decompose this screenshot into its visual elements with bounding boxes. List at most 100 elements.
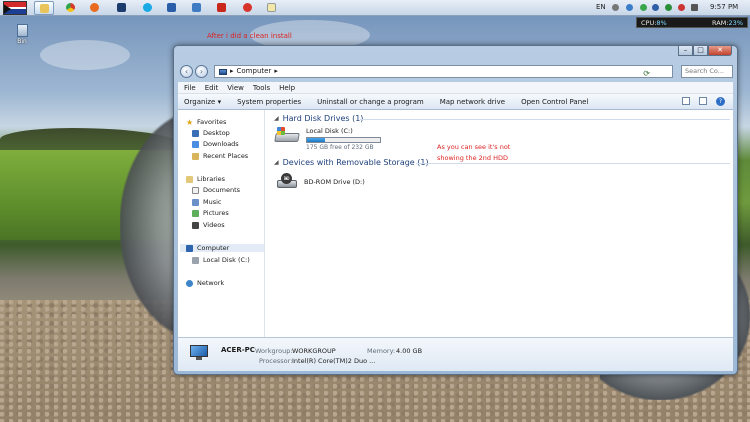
recent-places-icon: [192, 152, 199, 160]
menu-view[interactable]: View: [227, 82, 244, 93]
address-bar[interactable]: ▸ Computer ▸ ⟳: [214, 65, 673, 78]
close-button[interactable]: ✕: [708, 46, 732, 56]
taskbar-photoshop-button[interactable]: [112, 1, 132, 15]
desktop-recycle-bin[interactable]: Bin: [11, 24, 33, 45]
change-view-icon[interactable]: [682, 97, 690, 105]
nav-downloads[interactable]: Downloads: [192, 140, 239, 148]
hard-disk-icon: [274, 127, 301, 143]
taskbar-firefox-button[interactable]: [85, 1, 105, 15]
search-input[interactable]: Search Co...: [681, 65, 733, 78]
tray-green-icon[interactable]: [640, 4, 647, 11]
menu-file[interactable]: File: [184, 82, 196, 93]
documents-icon: [192, 186, 199, 194]
system-properties-button[interactable]: System properties: [237, 98, 301, 106]
cpu-label: CPU:: [641, 19, 657, 27]
group-divider: [360, 114, 730, 124]
processor-value: Intel(R) Core(TM)2 Duo ...: [292, 357, 376, 365]
nav-computer[interactable]: Computer: [180, 244, 264, 252]
memory-label: Memory:: [367, 347, 396, 355]
annotation-missing-hdd: As you can see it's not showing the 2nd …: [437, 142, 510, 164]
tray-flag-icon[interactable]: [678, 4, 685, 11]
tray-app-icon[interactable]: [626, 4, 633, 11]
processor-label: Processor:: [259, 357, 293, 365]
desktop-icon: [192, 129, 199, 137]
pdf-icon: [217, 3, 226, 12]
tray-shield-icon[interactable]: [652, 4, 659, 11]
pictures-icon: [192, 209, 199, 217]
annotation-line-1: As you can see it's not: [437, 143, 511, 151]
music-icon: [192, 198, 199, 206]
folder-icon: [40, 4, 49, 13]
taskbar-pdf-button[interactable]: [212, 1, 232, 15]
nav-pictures[interactable]: Pictures: [192, 209, 229, 217]
taskbar-word-button[interactable]: [162, 1, 182, 15]
collapse-triangle-icon: ◢: [274, 115, 279, 122]
drive-local-disk-c[interactable]: Local Disk (C:) 175 GB free of 232 GB: [274, 127, 381, 151]
nav-videos[interactable]: Videos: [192, 221, 225, 229]
bd-disc-label: BD: [281, 173, 292, 184]
star-icon: ★: [186, 117, 194, 127]
start-flag-button[interactable]: [3, 1, 27, 15]
taskbar-notepad-button[interactable]: [262, 1, 282, 15]
computer-icon: [190, 345, 210, 361]
caption-buttons: – □ ✕: [678, 46, 732, 56]
nav-network[interactable]: Network: [186, 279, 224, 287]
taskbar-explorer-button[interactable]: [34, 1, 54, 15]
nav-desktop[interactable]: Desktop: [192, 129, 230, 137]
network-icon: [186, 279, 193, 287]
details-pane: ACER-PC Workgroup: WORKGROUP Memory: 4.0…: [178, 337, 733, 371]
taskbar: EN 9:57 PM: [0, 0, 750, 16]
tray-network-icon[interactable]: [665, 4, 672, 11]
uninstall-program-button[interactable]: Uninstall or change a program: [317, 98, 424, 106]
nav-music[interactable]: Music: [192, 198, 222, 206]
view-controls: ?: [682, 97, 725, 106]
language-indicator[interactable]: EN: [596, 3, 606, 11]
desktop-icon-label: Bin: [17, 38, 27, 45]
drive-bd-rom-d[interactable]: BD BD-ROM Drive (D:): [277, 173, 365, 191]
address-separator-icon: ▸: [230, 67, 234, 75]
tray-arrow-icon[interactable]: [612, 4, 619, 11]
clock[interactable]: 9:57 PM: [710, 3, 738, 11]
minimize-button[interactable]: –: [678, 46, 693, 56]
downloads-icon: [192, 140, 199, 148]
nav-libraries[interactable]: Libraries: [186, 175, 225, 183]
workgroup-value: WORKGROUP: [292, 347, 336, 355]
drive-c-name: Local Disk (C:): [306, 127, 353, 135]
menu-edit[interactable]: Edit: [205, 82, 219, 93]
annotation-clean-install: After i did a clean install: [207, 32, 292, 40]
tray-volume-icon[interactable]: [691, 4, 698, 11]
address-separator-icon: ▸: [274, 67, 278, 75]
command-bar: Organize ▾ System properties Uninstall o…: [178, 94, 733, 110]
group-removable-storage[interactable]: ◢ Devices with Removable Storage (1): [274, 158, 429, 167]
taskbar-virtualbox-button[interactable]: [187, 1, 207, 15]
system-monitor-gadget: CPU:8% RAM:23%: [636, 17, 748, 28]
group-hard-disk-drives[interactable]: ◢ Hard Disk Drives (1): [274, 114, 363, 123]
virtualbox-icon: [192, 3, 201, 12]
forward-button[interactable]: ›: [195, 65, 208, 78]
word-icon: [167, 3, 176, 12]
taskbar-skype-button[interactable]: [138, 1, 158, 15]
menu-bar: File Edit View Tools Help: [178, 82, 733, 94]
nav-favorites[interactable]: ★ Favorites: [186, 118, 226, 126]
back-button[interactable]: ‹: [180, 65, 193, 78]
organize-button[interactable]: Organize ▾: [184, 98, 221, 106]
map-network-drive-button[interactable]: Map network drive: [440, 98, 505, 106]
maximize-button[interactable]: □: [693, 46, 708, 56]
help-icon[interactable]: ?: [716, 97, 725, 106]
nav-documents[interactable]: Documents: [192, 186, 240, 194]
nav-local-disk[interactable]: Local Disk (C:): [192, 256, 250, 264]
taskbar-chrome-button[interactable]: [61, 1, 81, 15]
refresh-icon[interactable]: ⟳: [643, 68, 650, 79]
drive-c-free-space: 175 GB free of 232 GB: [306, 144, 374, 151]
explorer-window: – □ ✕ ‹ › ▸ Computer ▸ ⟳ Search Co... Fi…: [173, 45, 738, 375]
preview-pane-icon[interactable]: [699, 97, 707, 105]
menu-tools[interactable]: Tools: [253, 82, 270, 93]
taskbar-stop-button[interactable]: [238, 1, 258, 15]
stop-icon: [243, 3, 252, 12]
skype-icon: [143, 3, 152, 12]
nav-recent-places[interactable]: Recent Places: [192, 152, 248, 160]
menu-help[interactable]: Help: [279, 82, 295, 93]
address-row: ‹ › ▸ Computer ▸ ⟳ Search Co...: [178, 64, 733, 80]
navigation-pane: ★ Favorites Desktop Downloads Recent Plac…: [178, 110, 265, 337]
open-control-panel-button[interactable]: Open Control Panel: [521, 98, 588, 106]
